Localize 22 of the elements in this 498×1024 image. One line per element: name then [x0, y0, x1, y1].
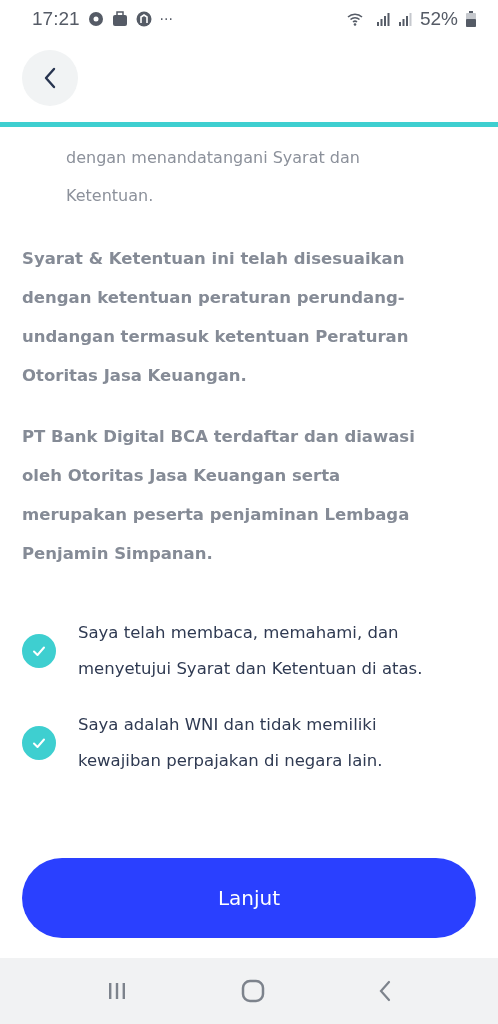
battery-icon	[466, 11, 476, 27]
back-button[interactable]	[22, 50, 78, 106]
agreement-label: Saya adalah WNI dan tidak memiliki kewajiban perpajakan di negara lain.	[78, 714, 384, 772]
agreement-checkbox[interactable]	[22, 634, 56, 668]
continue-button[interactable]: Lanjut	[22, 858, 476, 938]
signal-icon	[397, 11, 412, 27]
signal-icon	[375, 11, 390, 27]
terms-text: dengan menandatangani Syarat dan Ketentuan.	[66, 147, 361, 207]
home-icon	[241, 979, 265, 1003]
checkmark-icon	[32, 645, 46, 657]
terms-paragraph: Syarat & Ketentuan ini telah disesuaikan dengan ketentuan peraturan perundang-undangan termasuk ketentuan Peraturan Otoritas Jasa Keuangan.	[22, 248, 410, 387]
back-icon	[377, 980, 392, 1002]
clock-time: 17:21	[32, 8, 80, 30]
agreement-checkbox[interactable]	[22, 726, 56, 760]
more-notifications: ···	[159, 11, 173, 27]
terms-paragraph: PT Bank Digital BCA terdaftar dan diawasi oleh Otoritas Jasa Keuangan serta merupakan peserta penjaminan Lembaga Penjamin Simpanan.	[22, 426, 416, 565]
home-badge-icon	[135, 11, 152, 27]
battery-percent: 52%	[419, 8, 458, 30]
agreement-label: Saya telah membaca, memahami, dan menyetujui Syarat dan Ketentuan di atas.	[78, 622, 424, 680]
bag-icon	[111, 11, 128, 27]
checkmark-icon	[32, 737, 46, 749]
aperture-icon	[87, 11, 104, 27]
